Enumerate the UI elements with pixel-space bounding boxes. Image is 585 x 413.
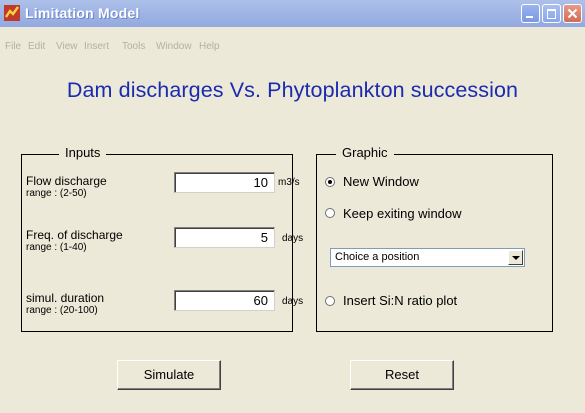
freq-discharge-label: Freq. of discharge [26, 228, 123, 242]
simul-duration-label: simul. duration [26, 291, 105, 305]
minimize-button[interactable] [521, 4, 540, 23]
simul-duration-unit: days [282, 296, 304, 307]
position-select-value: Choice a position [335, 251, 420, 263]
radio-dot [328, 180, 332, 184]
si-n-plot-label[interactable]: Insert Si:N ratio plot [343, 293, 457, 308]
simulate-button[interactable]: Simulate [117, 360, 221, 390]
keep-window-label[interactable]: Keep exiting window [343, 206, 462, 221]
window-title: Limitation Model [25, 5, 140, 21]
flow-discharge-unit: m3/s [278, 177, 300, 188]
simul-duration-input[interactable]: 60 [174, 290, 275, 311]
inputs-group-label: Inputs [59, 145, 107, 160]
page-title: Dam discharges Vs. Phytoplankton success… [66, 78, 519, 102]
keep-window-radio[interactable] [325, 208, 335, 218]
matlab-icon [4, 5, 20, 21]
chevron-down-icon[interactable] [508, 250, 523, 265]
simul-duration-range: range : (20-100) [26, 305, 98, 316]
title-bar[interactable]: Limitation Model [0, 0, 585, 27]
menu-insert[interactable]: Insert [84, 41, 109, 52]
menu-window[interactable]: Window [156, 41, 192, 52]
graphic-group-label: Graphic [336, 145, 394, 160]
menu-file[interactable]: File [5, 41, 21, 52]
close-button[interactable] [563, 4, 582, 23]
new-window-label[interactable]: New Window [343, 174, 419, 189]
menu-view[interactable]: View [56, 41, 78, 52]
flow-discharge-label: Flow discharge [26, 174, 107, 188]
menu-tools[interactable]: Tools [122, 41, 145, 52]
freq-discharge-unit: days [282, 233, 304, 244]
flow-discharge-input[interactable]: 10 [174, 172, 275, 193]
maximize-button[interactable] [542, 4, 561, 23]
new-window-radio[interactable] [325, 177, 335, 187]
si-n-plot-radio[interactable] [325, 296, 335, 306]
menu-help[interactable]: Help [199, 41, 220, 52]
menu-bar: File Edit View Insert Tools Window Help [0, 27, 585, 52]
flow-discharge-range: range : (2-50) [26, 188, 87, 199]
reset-button[interactable]: Reset [350, 360, 454, 390]
menu-edit[interactable]: Edit [28, 41, 45, 52]
freq-discharge-input[interactable]: 5 [174, 227, 275, 248]
position-select[interactable]: Choice a position [330, 248, 525, 267]
maximize-icon [547, 9, 556, 19]
main-window: Limitation Model File Edit View Insert T… [0, 0, 585, 413]
minimize-icon [526, 16, 533, 18]
freq-discharge-range: range : (1-40) [26, 242, 87, 253]
close-icon [567, 8, 578, 19]
